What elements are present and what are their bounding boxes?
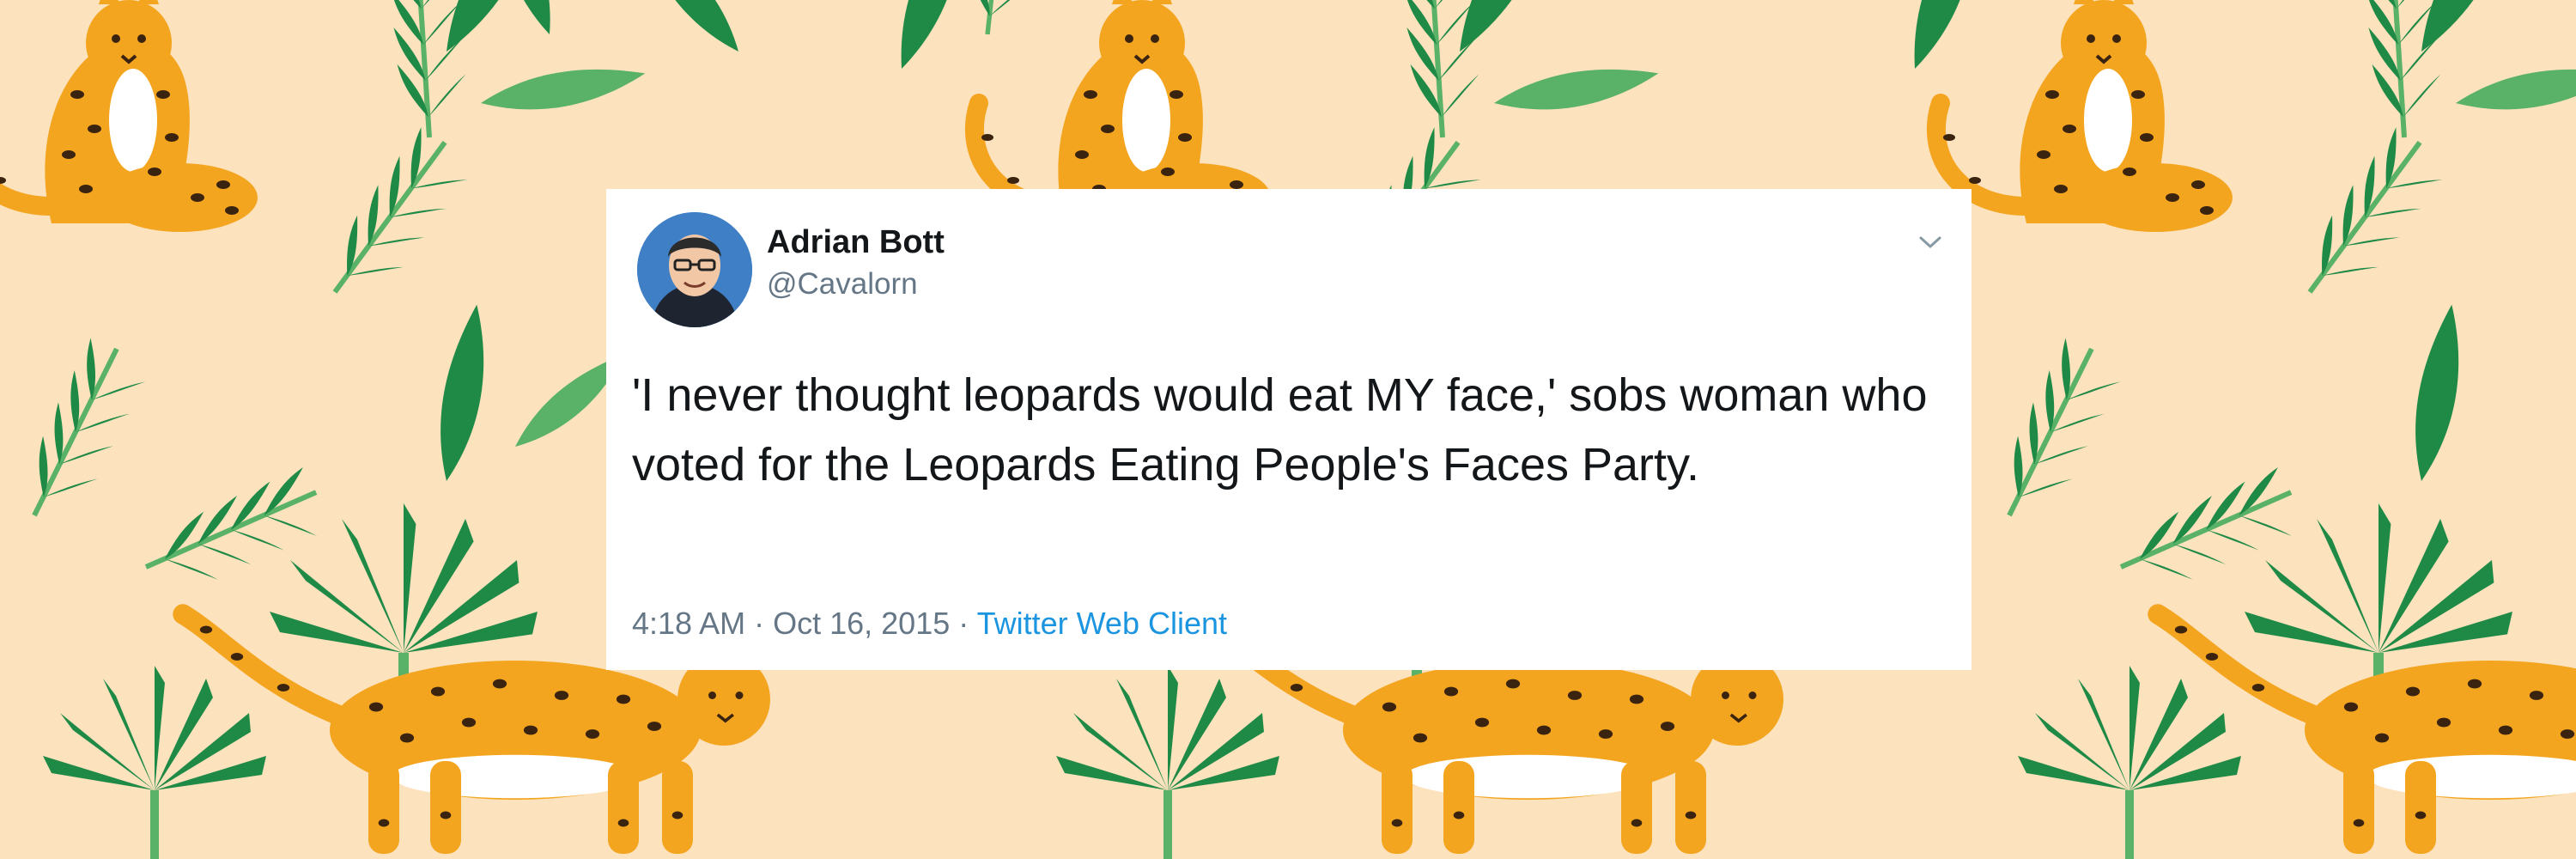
author-handle[interactable]: @Cavalorn: [767, 267, 918, 302]
tweet-date[interactable]: Oct 16, 2015: [773, 606, 950, 641]
meta-separator: ·: [745, 606, 774, 641]
meta-separator: ·: [950, 606, 977, 641]
author-name[interactable]: Adrian Bott: [767, 224, 945, 261]
avatar[interactable]: [637, 212, 752, 327]
tweet-metadata: 4:18 AM · Oct 16, 2015 · Twitter Web Cli…: [632, 606, 1227, 642]
chevron-down-icon: [1919, 236, 1941, 248]
tweet-text: 'I never thought leopards would eat MY f…: [632, 369, 1928, 490]
tweet-card: Adrian Bott @Cavalorn 'I never thought l…: [606, 189, 1971, 670]
tweet-source-link[interactable]: Twitter Web Client: [977, 606, 1227, 641]
scene: Adrian Bott @Cavalorn 'I never thought l…: [0, 0, 2576, 859]
tweet-menu-button[interactable]: [1913, 225, 1947, 259]
avatar-illustration: [637, 212, 752, 327]
tweet-time[interactable]: 4:18 AM: [632, 606, 745, 641]
